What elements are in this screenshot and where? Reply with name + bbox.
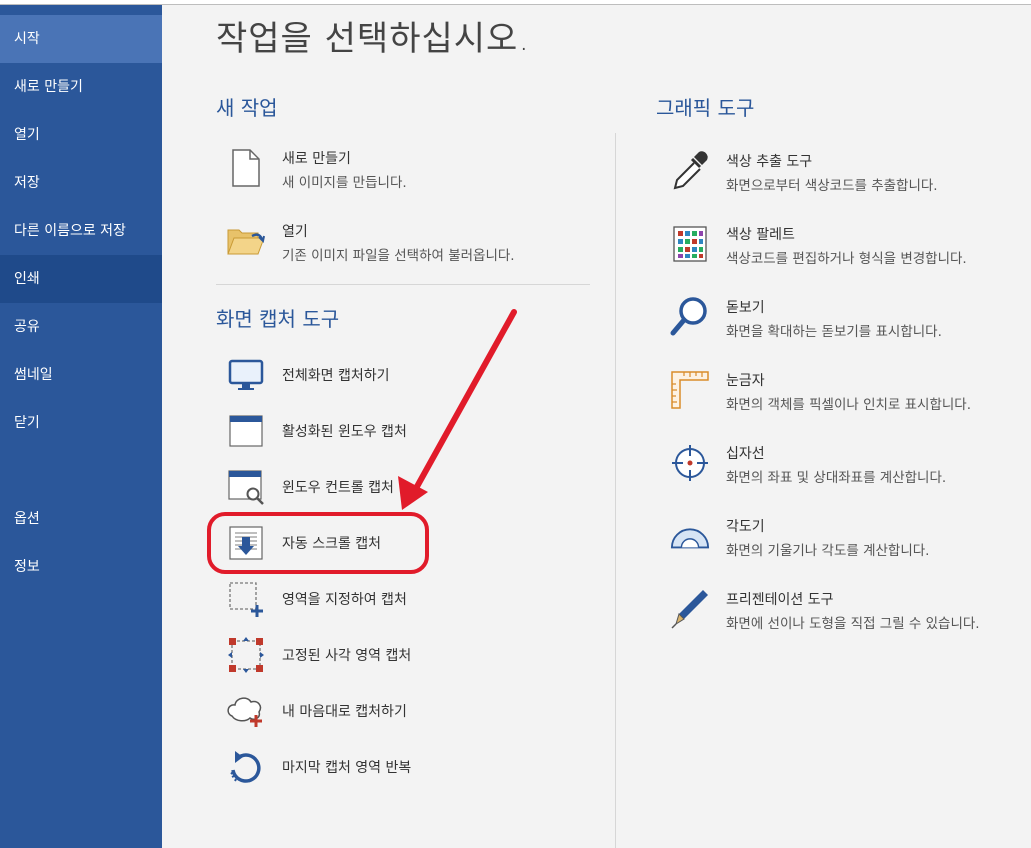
capture-window-control-item[interactable]: 윈도우 컨트롤 캡처 <box>226 467 466 507</box>
crosshair-item[interactable]: 십자선 화면의 좌표 및 상대좌표를 계산합니다. <box>670 443 1010 487</box>
capture-active-window-label: 활성화된 윈도우 캡처 <box>282 424 407 440</box>
capture-region-item[interactable]: 영역을 지정하여 캡처 <box>226 579 466 619</box>
sidebar-item-options[interactable]: 옵션 <box>0 495 162 543</box>
capture-fullscreen-label: 전체화면 캡처하기 <box>282 368 390 384</box>
protractor-icon <box>670 516 710 556</box>
crosshair-title: 십자선 <box>726 446 765 462</box>
blank-page-icon <box>226 148 266 188</box>
graphic-tools-heading: 그래픽 도구 <box>656 96 755 120</box>
capture-tools-heading: 화면 캡처 도구 <box>216 307 340 331</box>
page-title: 작업을 선택하십시오. <box>216 19 531 59</box>
open-image-title: 열기 <box>282 224 308 240</box>
sidebar-item-start[interactable]: 시작 <box>0 15 162 63</box>
new-image-title: 새로 만들기 <box>282 151 351 167</box>
fixed-rect-icon <box>226 635 266 675</box>
sidebar-item-save[interactable]: 저장 <box>0 159 162 207</box>
sidebar-item-save-as[interactable]: 다른 이름으로 저장 <box>0 207 162 255</box>
presentation-tool-desc: 화면에 선이나 도형을 직접 그릴 수 있습니다. <box>726 616 980 632</box>
presentation-tool-item[interactable]: 프리젠테이션 도구 화면에 선이나 도형을 직접 그릴 수 있습니다. <box>670 589 1030 633</box>
color-picker-desc: 화면으로부터 색상코드를 추출합니다. <box>726 178 938 194</box>
sidebar-item-print[interactable]: 인쇄 <box>0 255 162 303</box>
magnifier-icon <box>670 297 710 337</box>
protractor-desc: 화면의 기울기나 각도를 계산합니다. <box>726 543 930 559</box>
window-icon <box>226 411 266 451</box>
magnifier-desc: 화면을 확대하는 돋보기를 표시합니다. <box>726 324 942 340</box>
magnifier-item[interactable]: 돋보기 화면을 확대하는 돋보기를 표시합니다. <box>670 297 1010 341</box>
capture-auto-scroll-label: 자동 스크롤 캡처 <box>282 536 382 552</box>
magnifier-title: 돋보기 <box>726 300 765 316</box>
scroll-down-icon <box>226 523 266 563</box>
eyedropper-icon <box>670 151 710 191</box>
capture-repeat-last-label: 마지막 캡처 영역 반복 <box>282 760 412 776</box>
capture-fullscreen-item[interactable]: 전체화면 캡처하기 <box>226 355 466 395</box>
color-palette-desc: 색상코드를 편집하거나 형식을 변경합니다. <box>726 251 967 267</box>
capture-freeform-item[interactable]: 내 마음대로 캡처하기 <box>226 691 466 731</box>
monitor-icon <box>226 355 266 395</box>
sidebar-nav: 시작 새로 만들기 열기 저장 다른 이름으로 저장 인쇄 공유 썸네일 닫기 … <box>0 5 162 848</box>
protractor-item[interactable]: 각도기 화면의 기울기나 각도를 계산합니다. <box>670 516 1010 560</box>
crosshair-icon <box>670 443 710 483</box>
section-divider <box>216 284 590 285</box>
ruler-item[interactable]: 눈금자 화면의 객체를 픽셀이나 인치로 표시합니다. <box>670 370 1030 414</box>
column-divider <box>615 133 616 848</box>
capture-fixed-rect-label: 고정된 사각 영역 캡처 <box>282 648 412 664</box>
dashed-region-icon <box>226 579 266 619</box>
sidebar-item-share[interactable]: 공유 <box>0 303 162 351</box>
capture-repeat-last-item[interactable]: 마지막 캡처 영역 반복 <box>226 747 466 787</box>
open-image-desc: 기존 이미지 파일을 선택하여 불러옵니다. <box>282 248 515 264</box>
repeat-icon <box>226 747 266 787</box>
palette-grid-icon <box>670 224 710 264</box>
ruler-icon <box>670 370 710 410</box>
open-folder-icon <box>226 221 266 261</box>
sidebar-item-close[interactable]: 닫기 <box>0 399 162 447</box>
new-image-desc: 새 이미지를 만듭니다. <box>282 175 407 191</box>
ruler-title: 눈금자 <box>726 373 765 389</box>
protractor-title: 각도기 <box>726 519 765 535</box>
capture-freeform-label: 내 마음대로 캡처하기 <box>282 704 407 720</box>
sidebar-item-open[interactable]: 열기 <box>0 111 162 159</box>
sidebar-item-info[interactable]: 정보 <box>0 543 162 591</box>
presentation-tool-title: 프리젠테이션 도구 <box>726 592 834 608</box>
crosshair-desc: 화면의 좌표 및 상대좌표를 계산합니다. <box>726 470 947 486</box>
new-image-item[interactable]: 새로 만들기 새 이미지를 만듭니다. <box>226 148 566 192</box>
color-palette-title: 색상 팔레트 <box>726 227 795 243</box>
pen-icon <box>670 589 710 629</box>
sidebar-item-new[interactable]: 새로 만들기 <box>0 63 162 111</box>
main-panel: 작업을 선택하십시오. 새 작업 그래픽 도구 화면 캡처 도구 새로 만들기 … <box>162 5 1031 848</box>
capture-fixed-rect-item[interactable]: 고정된 사각 영역 캡처 <box>226 635 466 675</box>
freeform-cloud-icon <box>226 691 266 731</box>
capture-auto-scroll-item[interactable]: 자동 스크롤 캡처 <box>226 523 466 563</box>
new-task-heading: 새 작업 <box>216 96 278 120</box>
window-magnifier-icon <box>226 467 266 507</box>
color-picker-title: 색상 추출 도구 <box>726 154 813 170</box>
ruler-desc: 화면의 객체를 픽셀이나 인치로 표시합니다. <box>726 397 972 413</box>
sidebar-item-thumbnail[interactable]: 썸네일 <box>0 351 162 399</box>
capture-window-control-label: 윈도우 컨트롤 캡처 <box>282 480 394 496</box>
color-palette-item[interactable]: 색상 팔레트 색상코드를 편집하거나 형식을 변경합니다. <box>670 224 1030 268</box>
color-picker-item[interactable]: 색상 추출 도구 화면으로부터 색상코드를 추출합니다. <box>670 151 1010 195</box>
capture-active-window-item[interactable]: 활성화된 윈도우 캡처 <box>226 411 466 451</box>
capture-region-label: 영역을 지정하여 캡처 <box>282 592 407 608</box>
open-image-item[interactable]: 열기 기존 이미지 파일을 선택하여 불러옵니다. <box>226 221 586 265</box>
